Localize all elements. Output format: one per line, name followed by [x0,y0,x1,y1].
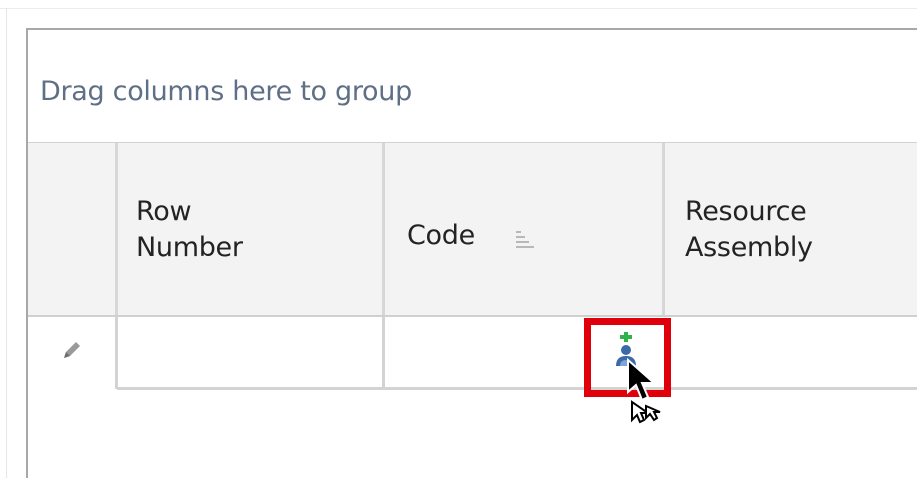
column-header-label: Row [136,196,192,227]
group-by-panel[interactable]: Drag columns here to group [28,30,917,143]
mouse-cursor-icon [627,358,661,424]
column-header-label: Assembly [685,232,813,263]
column-header-resource-assembly[interactable]: Resource Assembly [665,143,917,315]
outer-left-border [6,8,7,478]
column-header-row-number[interactable]: Row Number [118,143,383,315]
column-header-label: Number [136,232,243,263]
sort-ascending-icon[interactable] [514,229,536,251]
page: Drag columns here to group Row Number Co… [0,0,917,494]
column-header-label: Code [407,220,475,251]
table-row[interactable] [28,317,917,389]
row-bottom-border [117,387,917,390]
cell-divider [382,317,385,389]
pencil-icon[interactable] [58,338,84,364]
group-by-panel-text: Drag columns here to group [40,76,412,107]
column-header-label: Resource [685,196,807,227]
cell-divider [115,317,118,389]
top-strip [0,0,917,9]
